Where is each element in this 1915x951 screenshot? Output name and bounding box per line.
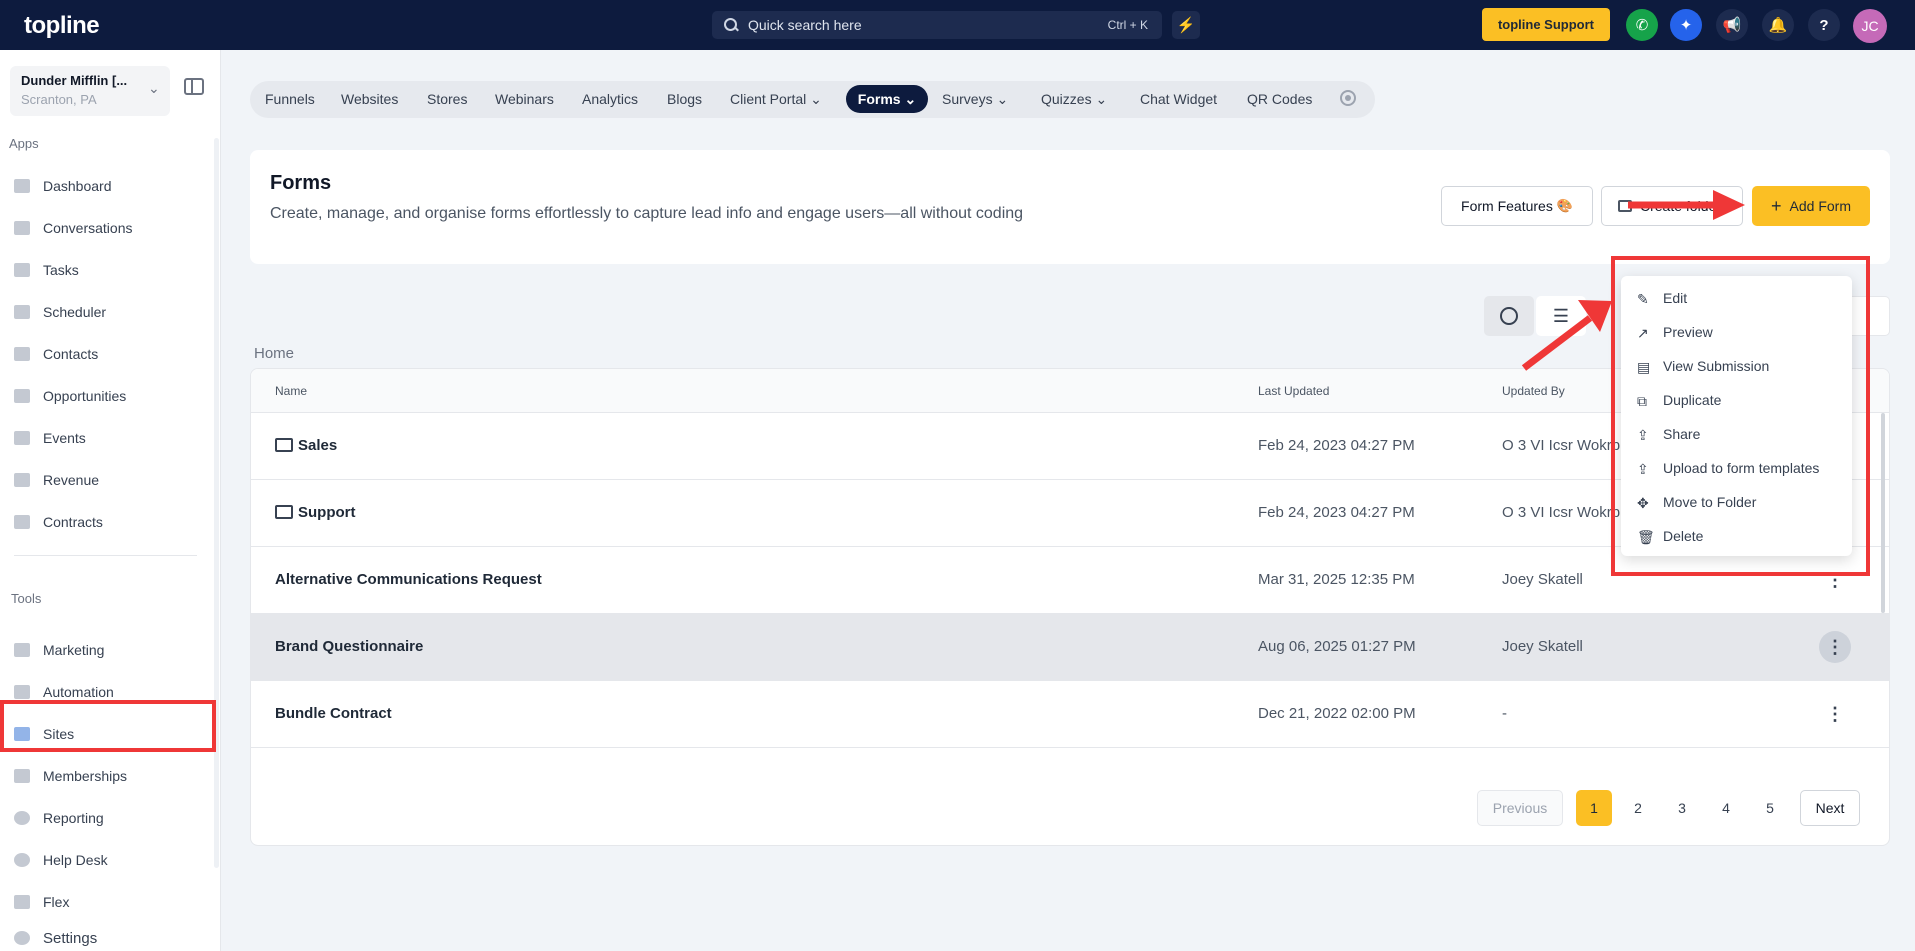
arrow-to-add-form [1628,190,1745,220]
annotation-arrows [1521,190,1745,371]
arrow-to-menu [1521,300,1612,371]
